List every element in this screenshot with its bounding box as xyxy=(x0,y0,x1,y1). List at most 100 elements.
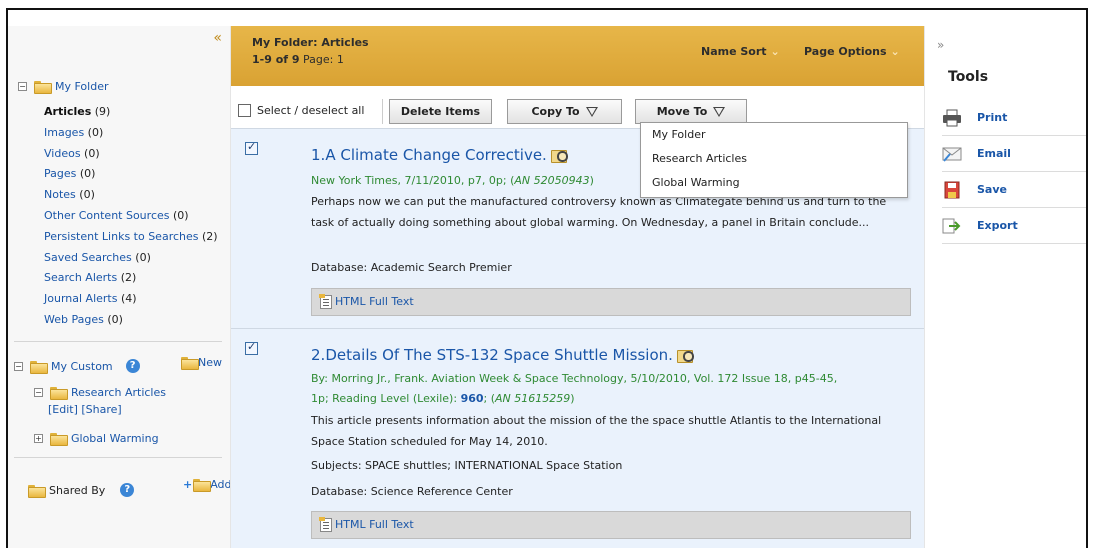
collapse-tree-icon[interactable]: − xyxy=(34,388,43,397)
document-icon xyxy=(319,517,332,532)
page-options-menu[interactable]: Page Options ⌄ xyxy=(804,45,900,58)
triangle-down-icon xyxy=(713,107,726,117)
result-subjects: Subjects: SPACE shuttles; INTERNATIONAL … xyxy=(311,459,623,472)
tool-email[interactable]: Email xyxy=(942,136,1086,172)
research-articles-link[interactable]: Research Articles xyxy=(71,386,166,399)
folder-icon xyxy=(50,387,68,400)
chevron-down-icon: ⌄ xyxy=(890,45,900,58)
move-to-dropdown: My Folder Research Articles Global Warmi… xyxy=(640,122,908,198)
tools-panel: » Tools Print Email Save Export xyxy=(927,26,1086,548)
share-folder-link[interactable]: [Share] xyxy=(81,403,121,416)
tool-save[interactable]: Save xyxy=(942,172,1086,208)
html-full-text-link[interactable]: HTML Full Text xyxy=(311,511,911,539)
sidebar: « − My Folder Articles (9) Images (0) Vi… xyxy=(8,26,232,548)
toolbar: Select / deselect all Delete Items Copy … xyxy=(231,86,924,126)
browser-frame: « − My Folder Articles (9) Images (0) Vi… xyxy=(6,8,1088,548)
my-custom-link[interactable]: My Custom xyxy=(51,360,113,373)
name-sort-menu[interactable]: Name Sort ⌄ xyxy=(701,45,780,58)
result-title-link[interactable]: Details Of The STS-132 Space Shuttle Mis… xyxy=(325,346,673,364)
folder-icon xyxy=(28,484,46,498)
sidebar-shared-by: Shared By ? xyxy=(28,483,135,498)
tools-title: Tools xyxy=(948,69,989,85)
print-label: Print xyxy=(977,111,1008,124)
sidebar-item-pages[interactable]: Pages (0) xyxy=(44,164,218,185)
new-label: New xyxy=(198,356,222,369)
result-checkbox[interactable] xyxy=(245,140,258,155)
copy-to-button[interactable]: Copy To xyxy=(507,99,622,124)
preview-magnifier-icon[interactable] xyxy=(676,349,694,363)
lexile-link[interactable]: 960 xyxy=(461,392,484,405)
select-all-checkbox[interactable] xyxy=(238,104,251,117)
result-title-link[interactable]: A Climate Change Corrective. xyxy=(325,146,547,164)
document-icon xyxy=(319,294,332,309)
result-source-cont: 1p; Reading Level (Lexile): 960; (AN 516… xyxy=(311,392,575,405)
result-title[interactable]: 2.Details Of The STS-132 Space Shuttle M… xyxy=(311,346,694,364)
result-count: 1-9 of 9 Page: 1 xyxy=(252,53,344,66)
result-checkbox[interactable] xyxy=(245,340,258,355)
add-label: Add xyxy=(210,478,232,491)
main-content: My Folder: Articles 1-9 of 9 Page: 1 Nam… xyxy=(230,26,925,548)
sidebar-my-custom[interactable]: − My Custom ? xyxy=(14,359,140,374)
my-folder-link[interactable]: My Folder xyxy=(55,80,109,93)
select-all-label: Select / deselect all xyxy=(257,104,365,117)
divider xyxy=(14,341,222,342)
add-shared-button[interactable]: + Add xyxy=(183,478,232,492)
sidebar-my-folder[interactable]: − My Folder xyxy=(18,80,109,94)
result-database: Database: Science Reference Center xyxy=(311,485,513,498)
shared-by-label: Shared By xyxy=(49,483,106,497)
triangle-down-icon xyxy=(585,107,598,117)
sidebar-item-other-content[interactable]: Other Content Sources (0) xyxy=(44,206,218,227)
page-title: My Folder: Articles xyxy=(252,36,369,49)
sidebar-item-articles[interactable]: Articles (9) xyxy=(44,102,218,123)
global-warming-link[interactable]: Global Warming xyxy=(71,432,159,445)
menu-item-my-folder[interactable]: My Folder xyxy=(641,123,907,147)
sidebar-item-saved-searches[interactable]: Saved Searches (0) xyxy=(44,248,218,269)
result-item: 2.Details Of The STS-132 Space Shuttle M… xyxy=(231,328,924,548)
result-source: By: Morring Jr., Frank. Aviation Week & … xyxy=(311,372,838,385)
collapse-sidebar-icon[interactable]: « xyxy=(213,30,222,46)
collapse-tree-icon[interactable]: − xyxy=(18,82,27,91)
tool-export[interactable]: Export xyxy=(942,208,1086,244)
folder-icon xyxy=(50,433,68,446)
move-to-button[interactable]: Move To xyxy=(635,99,747,124)
folder-actions: [Edit] [Share] xyxy=(48,403,122,416)
sidebar-item-notes[interactable]: Notes (0) xyxy=(44,185,218,206)
save-label: Save xyxy=(977,183,1007,196)
sidebar-item-persistent-links[interactable]: Persistent Links to Searches (2) xyxy=(44,227,218,248)
edit-folder-link[interactable]: [Edit] xyxy=(48,403,78,416)
sidebar-item-images[interactable]: Images (0) xyxy=(44,123,218,144)
delete-items-button[interactable]: Delete Items xyxy=(389,99,492,124)
result-source: New York Times, 7/11/2010, p7, 0p; (AN 5… xyxy=(311,174,594,187)
collapse-tools-icon[interactable]: » xyxy=(937,38,944,52)
menu-item-global-warming[interactable]: Global Warming xyxy=(641,171,907,195)
select-all-control[interactable]: Select / deselect all xyxy=(238,104,364,117)
sidebar-item-web-pages[interactable]: Web Pages (0) xyxy=(44,310,218,331)
floppy-disk-icon xyxy=(942,181,962,199)
folder-icon xyxy=(193,479,212,492)
result-title[interactable]: 1.A Climate Change Corrective. xyxy=(311,146,568,164)
new-folder-button[interactable]: New xyxy=(181,356,222,370)
html-full-text-link[interactable]: HTML Full Text xyxy=(311,288,911,316)
email-icon xyxy=(942,145,962,163)
printer-icon xyxy=(942,109,962,127)
collapse-tree-icon[interactable]: − xyxy=(14,361,23,371)
folder-icon xyxy=(30,360,48,374)
sidebar-global-warming[interactable]: + Global Warming xyxy=(34,432,159,446)
chevron-down-icon: ⌄ xyxy=(770,45,780,58)
sidebar-research-articles[interactable]: − Research Articles xyxy=(34,386,166,400)
help-icon[interactable]: ? xyxy=(120,483,135,497)
sidebar-item-videos[interactable]: Videos (0) xyxy=(44,144,218,165)
sidebar-item-journal-alerts[interactable]: Journal Alerts (4) xyxy=(44,289,218,310)
preview-magnifier-icon[interactable] xyxy=(550,149,568,163)
folder-header: My Folder: Articles 1-9 of 9 Page: 1 Nam… xyxy=(231,26,924,86)
expand-tree-icon[interactable]: + xyxy=(34,434,43,443)
tool-print[interactable]: Print xyxy=(942,100,1086,136)
menu-item-research-articles[interactable]: Research Articles xyxy=(641,147,907,171)
export-icon xyxy=(942,217,962,235)
help-icon[interactable]: ? xyxy=(125,359,140,373)
result-abstract: This article presents information about … xyxy=(311,414,882,448)
new-folder-icon xyxy=(181,357,199,370)
sidebar-item-search-alerts[interactable]: Search Alerts (2) xyxy=(44,268,218,289)
folder-nav-list: Articles (9) Images (0) Videos (0) Pages… xyxy=(44,102,218,331)
export-label: Export xyxy=(977,219,1018,232)
